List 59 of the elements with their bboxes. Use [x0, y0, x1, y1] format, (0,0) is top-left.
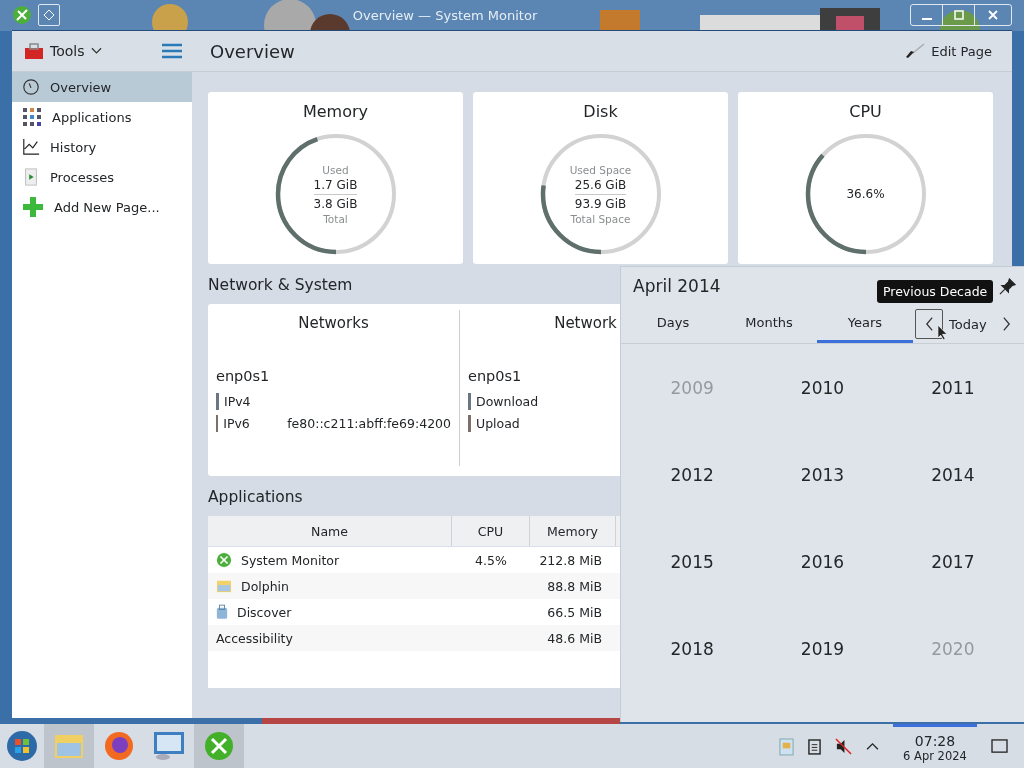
card-title: CPU [849, 102, 882, 121]
gauge-value: 36.6% [846, 186, 885, 203]
gauge-value: 1.7 GiB [313, 175, 358, 195]
panel-title: Networks [298, 314, 369, 332]
calendar-tab[interactable]: Months [721, 305, 817, 343]
gauge-total: 3.8 GiB [313, 195, 358, 213]
legend-label: Download [476, 393, 540, 409]
year-cell[interactable]: 2013 [757, 431, 888, 518]
table-cell: 4.5% [475, 552, 507, 568]
column-header[interactable]: Name [208, 516, 452, 546]
edit-page-button[interactable]: Edit Page [899, 42, 998, 60]
calendar-tab[interactable]: Days [625, 305, 721, 343]
sidebar-item[interactable]: History [12, 132, 192, 162]
table-cell: Dolphin [241, 578, 289, 594]
table-cell: Discover [237, 604, 292, 620]
tools-button[interactable]: Tools [24, 42, 102, 60]
card-title: Disk [583, 102, 618, 121]
column-header[interactable]: CPU [452, 516, 530, 546]
gauge-label: Used [322, 163, 349, 176]
interface-name: enp0s1 [216, 368, 271, 384]
address-value: fe80::c211:abff:fe69:4200 [287, 415, 451, 431]
table-cell: 212.8 MiB [539, 552, 602, 568]
table-cell: 66.5 MiB [547, 604, 602, 620]
sidebar-item[interactable]: Add New Page... [12, 192, 192, 222]
section-title: Network & System [208, 276, 353, 294]
year-cell[interactable]: 2017 [887, 518, 1018, 605]
tooltip: Previous Decade [877, 280, 994, 303]
year-cell[interactable]: 2015 [627, 518, 758, 605]
interface-name: enp0s1 [468, 368, 523, 384]
table-cell: 48.6 MiB [547, 630, 602, 646]
clock[interactable]: 07:28 6 Apr 2024 [893, 724, 977, 768]
year-cell[interactable]: 2014 [887, 431, 1018, 518]
year-cell[interactable]: 2010 [757, 344, 888, 431]
table-cell: System Monitor [241, 552, 340, 568]
year-cell[interactable]: 2011 [887, 344, 1018, 431]
gauge-label: Total [323, 212, 348, 225]
column-header[interactable]: Memory [530, 516, 616, 546]
year-cell[interactable]: 2019 [757, 605, 888, 692]
table-cell: Accessibility [216, 630, 293, 646]
gauge-total: 93.9 GiB [574, 195, 627, 213]
table-cell: 88.8 MiB [547, 578, 602, 594]
gauge-label: Total Space [570, 212, 631, 225]
year-cell[interactable]: 2016 [757, 518, 888, 605]
legend-label: IPv4 [224, 393, 252, 409]
sidebar-item[interactable]: Overview [12, 72, 192, 102]
section-title: Applications [208, 488, 303, 506]
panel-title: Network [554, 314, 617, 332]
sidebar-item[interactable]: Applications [12, 102, 192, 132]
page-title: Overview [210, 40, 295, 62]
sidebar-item[interactable]: Processes [12, 162, 192, 192]
gauge-value: 25.6 GiB [574, 175, 627, 195]
window-title: Overview — System Monitor [351, 7, 539, 23]
legend-label: Upload [476, 415, 521, 431]
card-title: Memory [302, 102, 369, 121]
year-cell[interactable]: 2012 [627, 431, 758, 518]
legend-label: IPv6 [223, 415, 251, 431]
year-cell[interactable]: 2018 [627, 605, 758, 692]
gauge-label: Used Space [569, 163, 632, 176]
calendar-title: April 2014 [633, 276, 721, 296]
